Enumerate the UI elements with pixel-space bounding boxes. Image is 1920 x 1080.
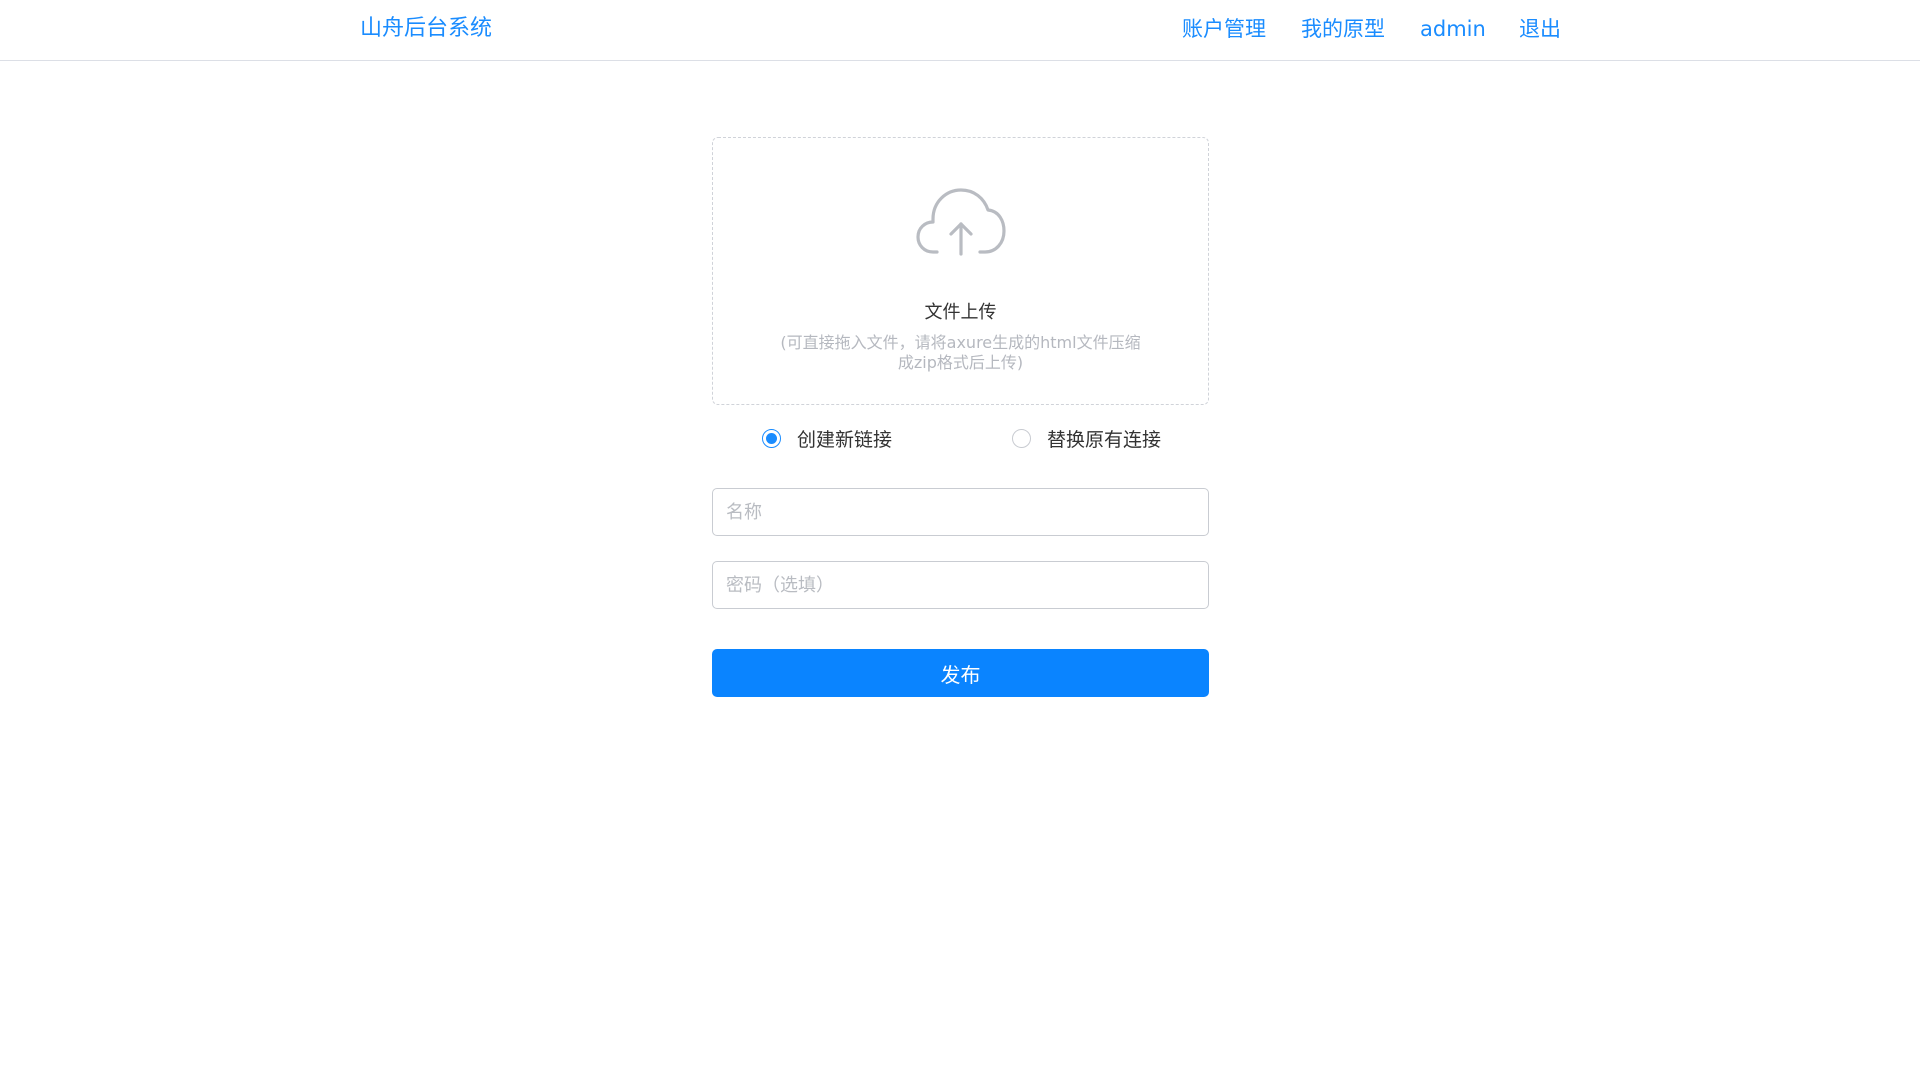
radio-checked-icon[interactable] <box>762 428 781 448</box>
radio-create-new-link[interactable]: 创建新链接 <box>762 425 892 451</box>
nav-my-prototypes[interactable]: 我的原型 <box>1301 14 1385 44</box>
upload-title: 文件上传 <box>924 302 997 323</box>
password-input[interactable] <box>712 561 1209 609</box>
brand-title[interactable]: 山舟后台系统 <box>360 14 492 44</box>
nav-logout[interactable]: 退出 <box>1519 14 1561 44</box>
publish-button[interactable]: 发布 <box>712 649 1209 697</box>
cloud-upload-icon <box>916 188 1006 256</box>
radio-label-create-new: 创建新链接 <box>797 428 893 451</box>
radio-replace-existing-link[interactable]: 替换原有连接 <box>1012 425 1161 451</box>
radio-unchecked-icon[interactable] <box>1012 428 1031 448</box>
radio-label-replace-existing: 替换原有连接 <box>1047 428 1162 451</box>
file-upload-dropzone[interactable]: 文件上传 (可直接拖入文件，请将axure生成的html文件压缩成zip格式后上… <box>712 137 1209 405</box>
nav-account-management[interactable]: 账户管理 <box>1182 14 1266 44</box>
nav-current-user[interactable]: admin <box>1420 14 1486 44</box>
name-input[interactable] <box>712 488 1209 536</box>
top-navigation-bar: 山舟后台系统 账户管理 我的原型 admin 退出 <box>0 0 1920 61</box>
upload-hint: (可直接拖入文件，请将axure生成的html文件压缩成zip格式后上传) <box>780 333 1141 372</box>
